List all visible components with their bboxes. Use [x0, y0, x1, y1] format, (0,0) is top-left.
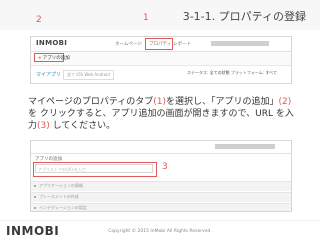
screenshot-add-app: アプリの追加 アプリストアのURLを入力 アプリケーションの情報 プレースメント…: [30, 140, 292, 212]
platform-filter-label: プラットフォーム:: [230, 70, 265, 75]
marker-1: 1: [143, 13, 149, 23]
section-placement[interactable]: プレースメントの作成: [31, 192, 291, 202]
instruction-part: を選択し、「アプリの追加」: [166, 97, 279, 107]
section-label: インテグレーションの設定: [39, 205, 87, 210]
copyright-text: Copyright © 2015 InMobi All Rights Reser…: [108, 229, 212, 234]
add-app-row: +アプリの追加: [31, 52, 291, 66]
nav-home[interactable]: ホームページ: [115, 41, 142, 47]
section-label: プレースメントの作成: [39, 194, 79, 199]
slide-title: 3-1-1. プロパティの登録: [182, 10, 306, 23]
marker-2: 2: [36, 15, 42, 25]
chevron-right-icon: [34, 207, 36, 209]
filters: ステータス: 全ての状態 プラットフォーム: すべて: [187, 70, 277, 76]
status-filter-value[interactable]: 全ての状態: [210, 70, 230, 75]
my-apps-row: マイアプリ 全て iOS Web Android ステータス: 全ての状態 プラ…: [31, 66, 291, 83]
screenshot-properties: INMOBI ホームページ プロパティ レポート +アプリの追加 マイアプリ 全…: [30, 36, 292, 84]
add-app-label: アプリの追加: [42, 56, 70, 61]
chevron-right-icon: [34, 185, 36, 187]
add-app-button[interactable]: +アプリの追加: [34, 53, 70, 62]
marker-3: 3: [162, 162, 168, 172]
instruction-ref-1: (1): [153, 97, 167, 107]
inmobi-logo: INMOBI: [36, 39, 68, 47]
status-filter-label: ステータス:: [187, 70, 209, 75]
section-integration[interactable]: インテグレーションの設定: [31, 203, 291, 211]
slide-title-bar: 3-1-1. プロパティの登録: [0, 0, 320, 30]
platform-filter-value[interactable]: すべて: [265, 70, 277, 75]
chevron-right-icon: [34, 196, 36, 198]
section-label: アプリケーションの情報: [39, 183, 83, 188]
instruction-text: マイページのプロパティのタブ(1)を選択し、「アプリの追加」(2)を クリックす…: [28, 96, 298, 132]
my-apps-title: マイアプリ: [36, 72, 62, 78]
nav-reports[interactable]: レポート: [173, 41, 191, 47]
properties-tab-highlight: [145, 38, 173, 50]
top-navigation: INMOBI ホームページ プロパティ レポート: [31, 37, 291, 52]
instruction-part: してください。: [49, 121, 116, 131]
instruction-ref-3: (3): [37, 121, 50, 131]
footer-divider: [0, 220, 320, 221]
account-email-redacted: [215, 144, 275, 149]
account-email-redacted: [211, 41, 269, 46]
app-url-input[interactable]: アプリストアのURLを入力: [35, 164, 153, 173]
section-app-info[interactable]: アプリケーションの情報: [31, 181, 291, 191]
platform-tabs[interactable]: 全て iOS Web Android: [63, 70, 114, 80]
top-navigation: [31, 141, 291, 154]
instruction-ref-2: (2): [278, 97, 292, 107]
plus-icon: +: [38, 56, 42, 61]
instruction-part: マイページのプロパティのタブ: [28, 97, 154, 107]
